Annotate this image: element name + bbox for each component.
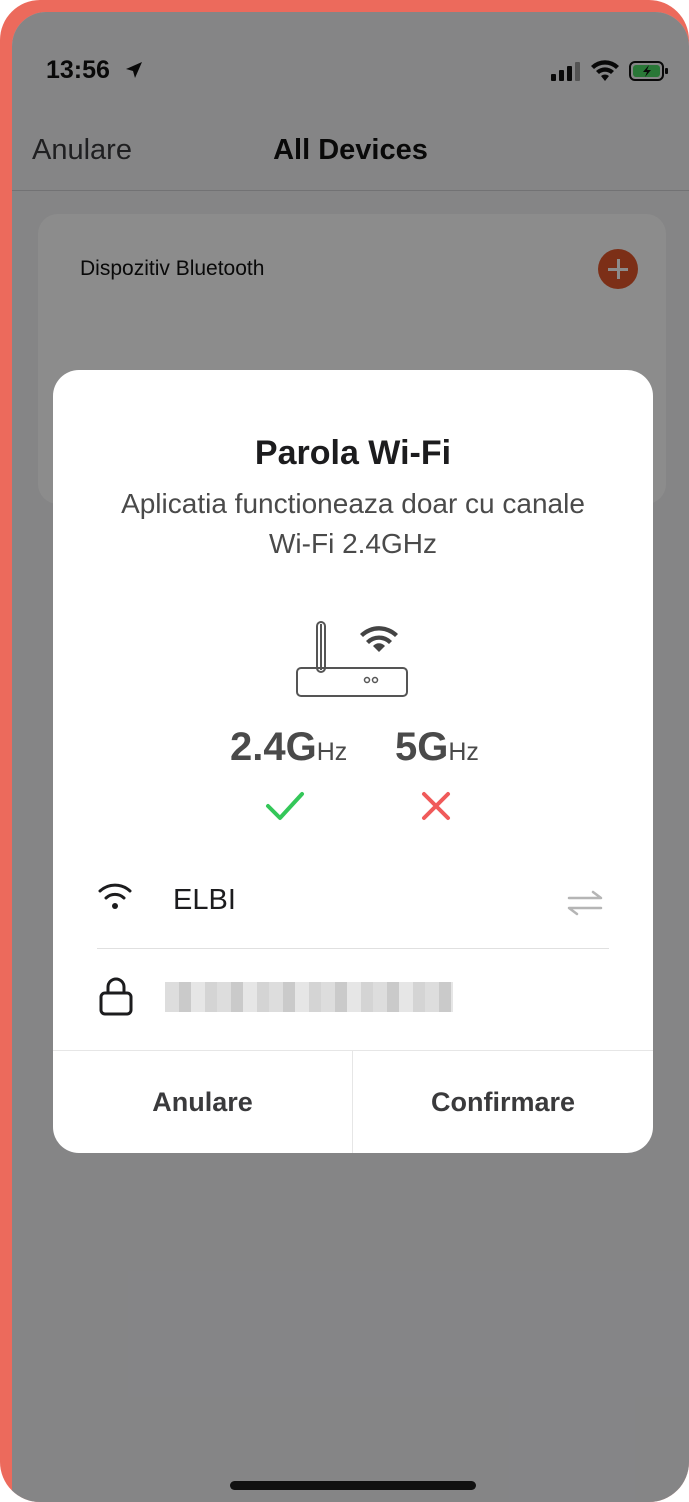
- swap-icon[interactable]: [567, 890, 603, 921]
- dialog-subtitle: Aplicatia functioneaza doar cu canale Wi…: [121, 488, 585, 559]
- wifi-icon: [97, 880, 133, 915]
- wifi-ssid: ELBI: [173, 884, 236, 916]
- cancel-button[interactable]: Anulare: [53, 1051, 352, 1153]
- freq-24ghz-label: 2.4GHz: [230, 725, 348, 769]
- router-icon: [295, 620, 411, 705]
- cross-icon: [420, 790, 452, 827]
- wifi-password-dialog: Parola Wi-Fi Aplicatia functioneaza doar…: [53, 370, 653, 1153]
- freq-5ghz-label: 5GHz: [395, 725, 479, 769]
- dialog-title: Parola Wi-Fi: [254, 434, 452, 472]
- password-input[interactable]: [165, 982, 453, 1012]
- row-divider: [97, 948, 609, 949]
- lock-icon: [99, 976, 133, 1021]
- check-icon: [265, 790, 305, 827]
- confirm-button[interactable]: Confirmare: [353, 1051, 653, 1153]
- home-indicator: [230, 1481, 476, 1490]
- screen: 13:56 Anulare All Devices Dispozitiv Blu…: [12, 12, 689, 1502]
- device-frame: 13:56 Anulare All Devices Dispozitiv Blu…: [0, 0, 689, 1502]
